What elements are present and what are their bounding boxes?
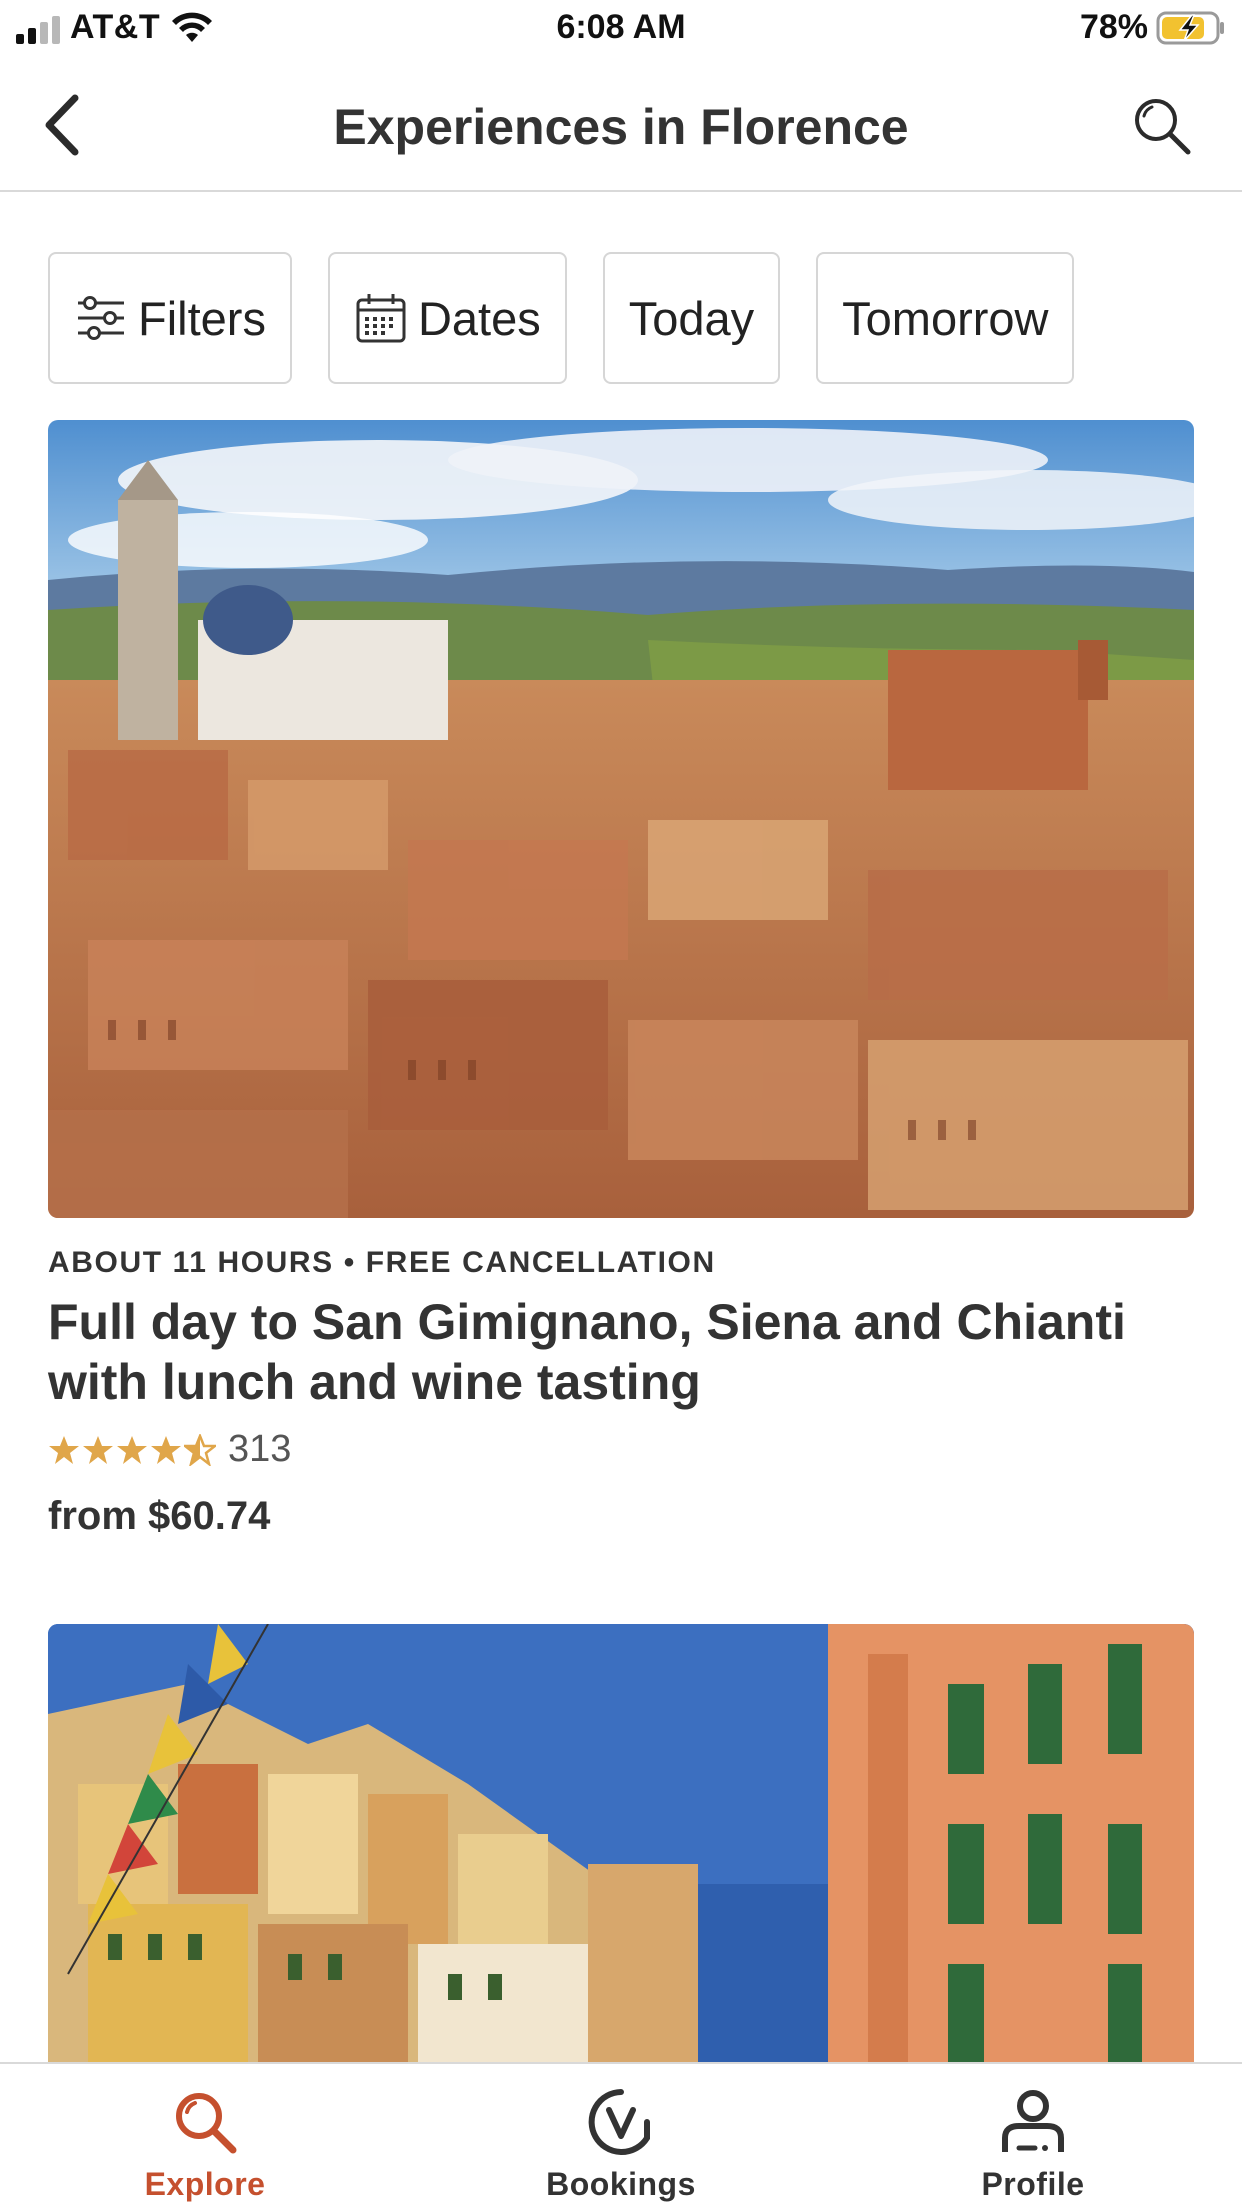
profile-icon [1002,2090,1064,2152]
card-price: from $60.74 [48,1494,271,1538]
card-rating: 313 [48,1428,291,1471]
dates-chip[interactable]: Dates [327,252,567,384]
calendar-icon [356,294,406,343]
battery-percent: 78% [1079,8,1148,46]
page-title: Experiences in Florence [333,99,909,155]
tab-profile[interactable]: Profile [908,2064,1158,2208]
star-icon [151,1435,181,1464]
bookings-v-icon [588,2089,650,2155]
experience-card-image[interactable] [48,420,1194,1218]
tab-label: Profile [981,2166,1085,2202]
search-icon [176,2093,237,2154]
chip-label: Tomorrow [842,291,1049,345]
siena-cityscape-photo [48,420,1194,1218]
half-star-icon [184,1433,216,1466]
chip-label: Filters [138,291,266,345]
status-right: 78% [1080,8,1226,47]
app-screen: AT&T 6:08 AM 78% Experiences in Florence… [0,0,1242,2208]
star-icon [49,1435,79,1464]
tab-bar: Explore Bookings Profile [0,2062,1242,2208]
today-chip[interactable]: Today [602,252,781,384]
star-icon [83,1435,113,1464]
colorful-italian-village-photo [48,1624,1194,2062]
chip-label: Dates [417,291,541,345]
sliders-icon [78,296,124,340]
chip-label: Today [628,291,755,345]
filters-chip[interactable]: Filters [48,252,292,384]
tab-label: Bookings [546,2166,696,2202]
status-bar: AT&T 6:08 AM 78% [0,0,1242,60]
tab-bookings[interactable]: Bookings [496,2064,746,2208]
status-time: 6:08 AM [556,8,686,46]
star-rating [48,1433,216,1466]
review-count: 313 [228,1428,292,1470]
tomorrow-chip[interactable]: Tomorrow [816,252,1075,384]
card-title[interactable]: Full day to San Gimignano, Siena and Chi… [48,1292,1194,1412]
battery-charging-icon [1156,11,1224,44]
tab-explore[interactable]: Explore [80,2064,330,2208]
nav-bar: Experiences in Florence [0,60,1242,192]
card-meta: ABOUT 11 HOURS • FREE CANCELLATION [48,1246,716,1279]
filter-chips: Filters Dates Today Tomorrow [48,252,1075,384]
experience-card-image[interactable] [48,1624,1194,2062]
star-icon [117,1435,147,1464]
search-icon[interactable] [1130,94,1194,158]
tab-label: Explore [144,2166,266,2202]
